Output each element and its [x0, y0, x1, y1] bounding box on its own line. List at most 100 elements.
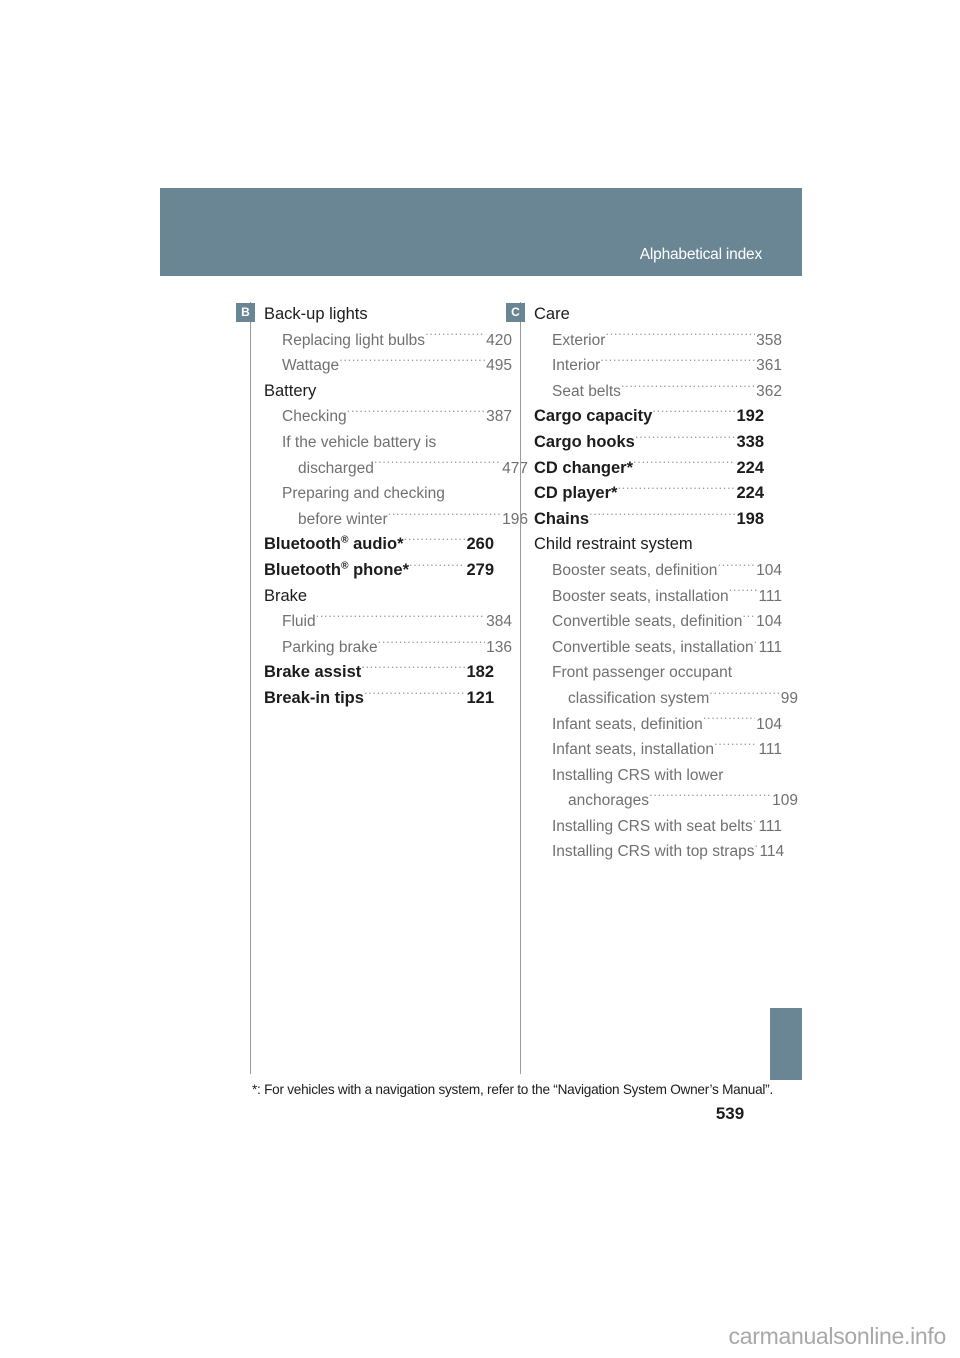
- index-entry-label: If the vehicle battery is: [282, 433, 437, 451]
- index-entry[interactable]: Convertible seats, installation111: [552, 635, 782, 661]
- index-entry-page-number: 111: [758, 741, 782, 759]
- index-entry-label: Chains: [534, 509, 590, 528]
- index-entry-label: Booster seats, definition: [552, 561, 718, 579]
- index-entry[interactable]: classification system 99: [568, 686, 798, 712]
- index-entry-page-number: 104: [756, 613, 782, 631]
- index-entry-label: Fluid: [282, 613, 316, 631]
- index-entry-label: anchorages: [568, 792, 650, 810]
- dot-leader: [425, 329, 485, 345]
- dot-leader: [709, 687, 779, 703]
- index-entry[interactable]: Installing CRS with top straps114: [552, 839, 784, 865]
- dot-leader: [436, 431, 512, 447]
- index-entry-label: Care: [534, 305, 570, 323]
- index-entry[interactable]: Cargo capacity 192: [534, 404, 764, 430]
- dot-leader: [729, 585, 758, 601]
- dot-leader: [714, 739, 757, 755]
- index-entry-page-number: 361: [756, 357, 782, 375]
- index-entry[interactable]: Fluid384: [282, 609, 512, 635]
- index-entry[interactable]: Infant seats, definition 104: [552, 712, 782, 738]
- index-entry-label: Bluetooth® phone*: [264, 560, 410, 579]
- index-entry[interactable]: Installing CRS with lower: [552, 763, 782, 789]
- index-entry-page-number: 192: [736, 407, 764, 426]
- alphabetical-index-body: B Back-up lights Replacing light bulbs420…: [236, 302, 798, 1074]
- dot-leader: [307, 584, 494, 601]
- index-entry-page-number: 104: [756, 715, 782, 733]
- index-entry-page-number: 224: [736, 458, 764, 477]
- index-entry-label: Break-in tips: [264, 688, 364, 707]
- index-entry-page-number: 198: [736, 509, 764, 528]
- dot-leader: [635, 430, 736, 447]
- dot-leader: [754, 636, 758, 652]
- dot-leader: [378, 636, 485, 652]
- index-entry[interactable]: Wattage495: [282, 353, 512, 379]
- index-entry[interactable]: CD changer* 224: [534, 456, 764, 482]
- dot-leader: [753, 815, 758, 831]
- index-entry[interactable]: CD player* 224: [534, 481, 764, 507]
- index-entry-label: Exterior: [552, 331, 606, 349]
- index-entry[interactable]: Parking brake136: [282, 635, 512, 661]
- index-entry-label: Cargo capacity: [534, 407, 653, 426]
- index-entry[interactable]: Preparing and checking: [282, 481, 512, 507]
- index-entry[interactable]: Brake: [264, 584, 494, 610]
- index-entry[interactable]: Chains 198: [534, 507, 764, 533]
- index-entry-label: Parking brake: [282, 638, 378, 656]
- index-entry-label: Front passenger occupant: [552, 664, 733, 682]
- dot-leader: [374, 457, 501, 473]
- index-entry-label: before winter: [298, 510, 388, 528]
- index-entry[interactable]: Convertible seats, definition 104: [552, 609, 782, 635]
- dot-leader: [732, 662, 782, 678]
- index-entry-page-number: 104: [756, 561, 782, 579]
- index-entry[interactable]: Back-up lights: [264, 302, 494, 328]
- dot-leader: [316, 379, 494, 396]
- index-entry[interactable]: Seat belts 362: [552, 379, 782, 405]
- dot-leader: [409, 558, 465, 575]
- index-entry[interactable]: Booster seats, definition 104: [552, 558, 782, 584]
- index-entry[interactable]: Installing CRS with seat belts 111: [552, 814, 782, 840]
- index-entry-page-number: 99: [780, 689, 798, 707]
- dot-leader: [570, 303, 764, 320]
- index-entry[interactable]: If the vehicle battery is: [282, 430, 512, 456]
- index-entry-label: Installing CRS with top straps: [552, 843, 755, 861]
- dot-leader: [347, 406, 486, 422]
- dot-leader: [445, 483, 512, 499]
- index-entry[interactable]: Break-in tips 121: [264, 686, 494, 712]
- index-entry[interactable]: Infant seats, installation 111: [552, 737, 782, 763]
- index-entry-label: Seat belts: [552, 382, 621, 400]
- dot-leader: [361, 661, 465, 678]
- footnote-text: *: For vehicles with a navigation system…: [252, 1082, 773, 1097]
- dot-leader: [649, 790, 771, 806]
- index-entry-page-number: 182: [466, 663, 494, 682]
- index-entry-label: CD player*: [534, 484, 618, 503]
- index-entry[interactable]: Battery: [264, 379, 494, 405]
- index-entry[interactable]: Brake assist 182: [264, 660, 494, 686]
- index-entry[interactable]: Interior 361: [552, 353, 782, 379]
- index-entry-page-number: 111: [758, 587, 782, 605]
- index-entry[interactable]: Bluetooth® audio* 260: [264, 532, 494, 558]
- index-entry[interactable]: Child restraint system: [534, 532, 764, 558]
- index-entry-page-number: 224: [736, 484, 764, 503]
- index-entry-page-number: 111: [758, 638, 783, 656]
- index-entry[interactable]: Replacing light bulbs420: [282, 328, 512, 354]
- index-entry[interactable]: discharged477: [298, 456, 528, 482]
- index-entry[interactable]: Bluetooth® phone* 279: [264, 558, 494, 584]
- index-entry[interactable]: anchorages 109: [568, 788, 798, 814]
- index-entry[interactable]: Booster seats, installation 111: [552, 584, 782, 610]
- index-entry[interactable]: before winter196: [298, 507, 528, 533]
- index-entry-label: Installing CRS with lower: [552, 766, 724, 784]
- index-entry[interactable]: Front passenger occupant: [552, 660, 782, 686]
- index-entry-label: Installing CRS with seat belts: [552, 817, 753, 835]
- index-entry-page-number: 358: [756, 331, 782, 349]
- index-entry-label: Booster seats, installation: [552, 587, 729, 605]
- index-entry-label: discharged: [298, 459, 374, 477]
- index-column-c: C Care Exterior 358 Interior 361 Seat belts 36…: [506, 302, 798, 1074]
- index-entry[interactable]: Checking387: [282, 404, 512, 430]
- index-entry[interactable]: Exterior 358: [552, 328, 782, 354]
- letter-badge-b: B: [236, 303, 255, 322]
- index-entry[interactable]: Cargo hooks 338: [534, 430, 764, 456]
- dot-leader: [693, 533, 764, 550]
- dot-leader: [339, 355, 485, 371]
- index-entry[interactable]: Care: [534, 302, 764, 328]
- index-entry-label: Battery: [264, 381, 317, 400]
- letter-badge-c: C: [506, 303, 525, 322]
- dot-leader: [388, 508, 502, 524]
